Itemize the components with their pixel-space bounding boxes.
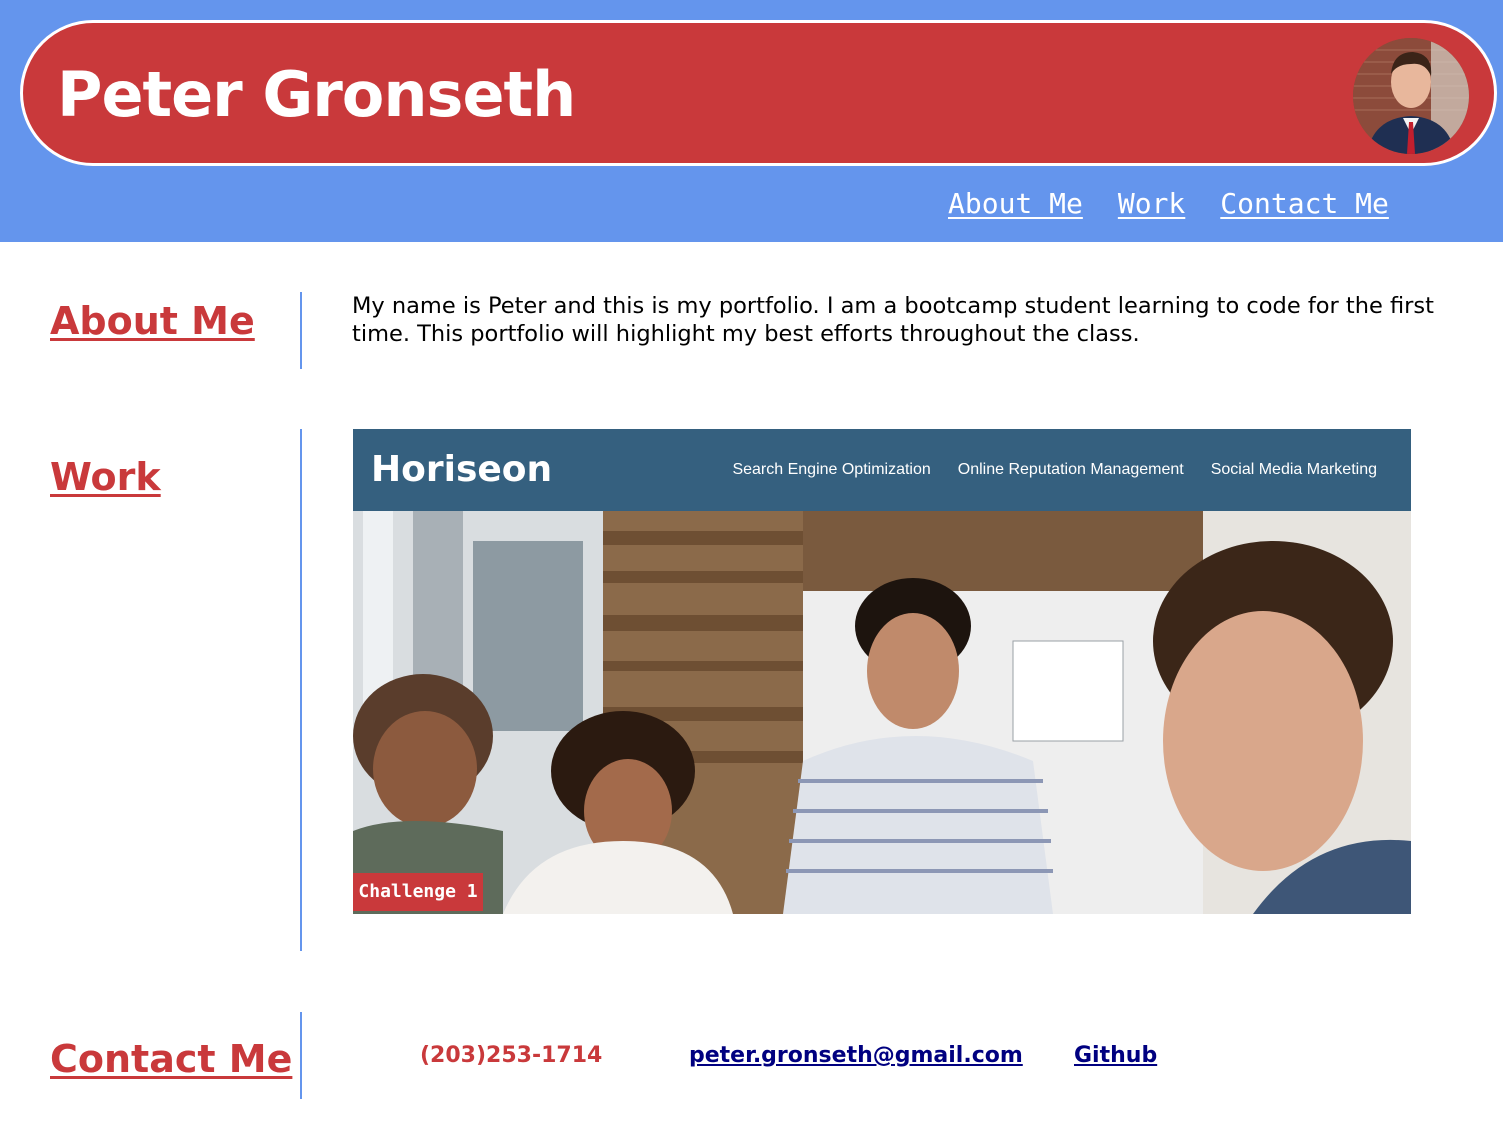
work-heading[interactable]: Work [50,455,161,499]
main-nav: About Me Work Contact Me [948,184,1389,224]
nav-link-contact-me[interactable]: Contact Me [1220,184,1389,224]
project-nav-item: Search Engine Optimization [732,461,931,478]
section-divider [300,429,302,951]
github-link[interactable]: Github [1074,1036,1157,1076]
contact-heading[interactable]: Contact Me [50,1037,292,1081]
project-hero-photo [353,511,1411,914]
project-nav-item: Social Media Marketing [1210,461,1377,478]
about-text: My name is Peter and this is my portfoli… [352,293,1434,347]
site-title: Peter Gronseth [57,58,576,131]
email-link[interactable]: peter.gronseth@gmail.com [689,1036,1023,1076]
portrait-photo-icon [1353,38,1469,154]
project-screenshot-header: Horiseon Search Engine Optimization Onli… [353,429,1411,511]
phone-number: (203)253-1714 [420,1043,603,1068]
title-banner: Peter Gronseth [20,20,1497,166]
project-brand: Horiseon [371,449,553,490]
about-heading[interactable]: About Me [50,299,255,343]
section-divider [300,1012,302,1099]
project-screenshot-nav: Search Engine Optimization Online Reputa… [732,457,1377,483]
avatar [1353,38,1469,154]
nav-link-about-me[interactable]: About Me [948,184,1083,224]
section-divider [300,292,302,369]
project-card[interactable]: Horiseon Search Engine Optimization Onli… [353,429,1411,914]
nav-link-work[interactable]: Work [1118,184,1185,224]
project-nav-item: Online Reputation Management [957,461,1184,478]
project-label: Challenge 1 [353,873,483,911]
site-header: Peter Gronseth About Me Work Contact Me [0,0,1503,242]
